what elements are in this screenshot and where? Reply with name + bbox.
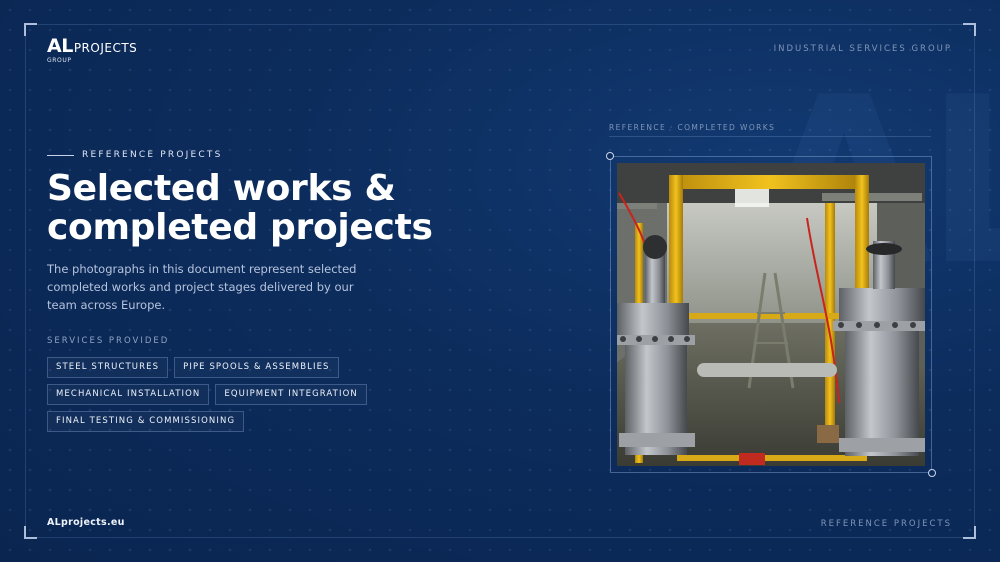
logo-al: AL xyxy=(47,35,73,57)
eyebrow-text: REFERENCE PROJECTS xyxy=(82,150,223,160)
title-line-1: Selected works & xyxy=(47,168,396,209)
frame-dot-top-left xyxy=(606,152,614,160)
page-title: Selected works & completed projects xyxy=(47,169,487,247)
section-eyebrow: REFERENCE PROJECTS xyxy=(47,150,223,160)
service-chip-steel-structures: STEEL STRUCTURES xyxy=(47,357,169,378)
service-chip-pipe-spools: PIPE SPOOLS & ASSEMBLIES xyxy=(174,357,339,378)
service-chip-equipment-integration: EQUIPMENT INTEGRATION xyxy=(215,384,367,405)
brand-tagline: INDUSTRIAL SERVICES GROUP xyxy=(773,44,952,54)
brand-logo[interactable]: AL PROJECTS GROUP xyxy=(47,35,138,65)
corner-mark-top-right xyxy=(963,23,976,36)
logo-projects: PROJECTS xyxy=(73,41,138,55)
photo-caption: REFERENCE · COMPLETED WORKS xyxy=(609,123,776,132)
corner-mark-bottom-right xyxy=(963,526,976,539)
gas-filter-station-illustration xyxy=(617,163,925,466)
corner-mark-top-left xyxy=(24,23,37,36)
hero-description: The photographs in this document represe… xyxy=(47,262,357,312)
service-chip-mechanical-installation: MECHANICAL INSTALLATION xyxy=(47,384,210,405)
services-list: STEEL STRUCTURES PIPE SPOOLS & ASSEMBLIE… xyxy=(47,357,387,432)
footer-section-label: REFERENCE PROJECTS xyxy=(820,519,952,529)
title-line-2: completed projects xyxy=(47,207,433,248)
caption-divider xyxy=(609,136,931,137)
logo-group: GROUP xyxy=(47,57,72,64)
service-chip-testing-commissioning: FINAL TESTING & COMMISSIONING xyxy=(47,411,245,432)
project-photo xyxy=(617,163,925,466)
services-label: SERVICES PROVIDED xyxy=(47,336,170,346)
frame-dot-bottom-right xyxy=(928,469,936,477)
footer-website-link[interactable]: ALprojects.eu xyxy=(47,517,125,528)
eyebrow-line xyxy=(47,154,74,156)
corner-mark-bottom-left xyxy=(24,526,37,539)
